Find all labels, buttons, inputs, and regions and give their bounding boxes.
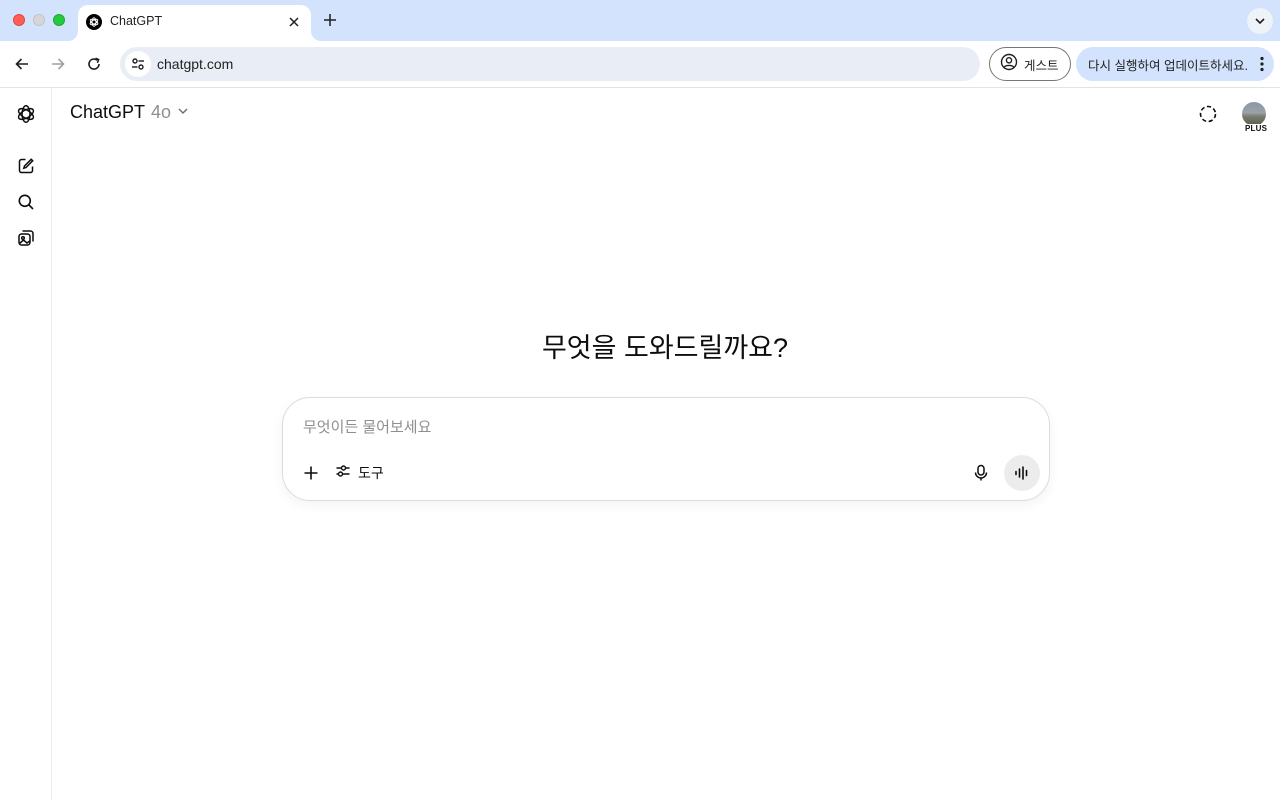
avatar[interactable] [1242,102,1266,126]
new-chat-icon[interactable] [14,154,38,178]
chatgpt-favicon-icon [86,14,102,30]
new-tab-icon[interactable] [319,9,341,31]
chevron-down-icon [177,104,189,122]
more-vertical-icon[interactable] [1260,56,1264,77]
composer: 도구 [282,397,1050,501]
page-title: 무엇을 도와드릴까요? [541,333,789,363]
window-zoom-button[interactable] [53,14,65,26]
browser-toolbar: chatgpt.com 게스트 다시 실행하여 업데이트하세요. [0,41,1280,88]
microphone-icon[interactable] [969,461,993,485]
forward-arrow-icon[interactable] [46,52,70,76]
window-close-button[interactable] [13,14,25,26]
library-icon[interactable] [14,226,38,250]
plan-badge: PLUS [1244,124,1269,133]
chatgpt-logo-icon[interactable] [14,102,38,126]
model-version: 4o [151,102,172,122]
voice-mode-icon[interactable] [1004,455,1040,491]
tab-search-chevron-icon[interactable] [1247,8,1273,34]
browser-tab-chatgpt[interactable]: ChatGPT [78,5,311,41]
browser-tab-strip: ChatGPT [0,0,1280,41]
tools-sliders-icon [335,463,351,484]
back-arrow-icon[interactable] [10,52,34,76]
address-bar[interactable]: chatgpt.com [120,47,980,81]
prompt-input[interactable] [303,416,1003,438]
guest-profile-button[interactable]: 게스트 [989,47,1071,81]
model-selector[interactable]: ChatGPT 4o [70,102,189,123]
guest-label: 게스트 [1024,58,1059,73]
site-settings-icon[interactable] [125,51,151,77]
relaunch-update-button[interactable]: 다시 실행하여 업데이트하세요. [1076,47,1274,81]
reload-icon[interactable] [82,52,106,76]
tab-title: ChatGPT [110,14,163,28]
update-label: 다시 실행하여 업데이트하세요. [1088,58,1248,73]
temporary-chat-icon[interactable] [1196,102,1220,126]
model-name: ChatGPT [70,102,146,122]
plus-icon[interactable] [299,461,323,485]
chatgpt-page: ChatGPT 4o PLUS 무엇을 도와드릴까요? 도구 [0,88,1280,800]
profile-icon [1000,53,1018,76]
tools-label: 도구 [358,465,384,481]
tab-close-icon[interactable] [285,13,303,31]
sidebar-rail [0,88,52,800]
tools-button[interactable]: 도구 [335,461,384,485]
url-text: chatgpt.com [157,56,234,72]
window-minimize-button[interactable] [33,14,45,26]
search-icon[interactable] [14,190,38,214]
